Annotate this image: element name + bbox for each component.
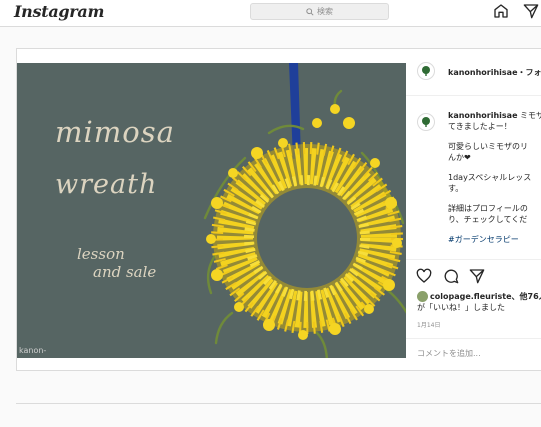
direct-message-icon[interactable] <box>523 3 539 19</box>
liker-avatar[interactable] <box>417 291 428 302</box>
caption-username[interactable]: kanonhorihisae <box>448 111 518 120</box>
chalk-text-mimosa: mimosa <box>55 115 175 149</box>
post-caption: kanonhorihisae ミモザ てきましたよー！ 可愛らしいミモザのリ ん… <box>448 110 541 254</box>
search-placeholder: 検索 <box>317 7 333 16</box>
caption-avatar[interactable] <box>417 113 435 131</box>
caption-text-6: す。 <box>448 184 464 193</box>
tree-logo-icon <box>422 117 430 127</box>
caption-text-2: てきましたよー！ <box>448 122 512 131</box>
post-actions: colopage.fleuriste、他76人 が「いいね！」しました 1月14… <box>406 259 541 372</box>
post-header: kanonhorihisae・フォロー <box>406 49 541 96</box>
post-photo[interactable]: mimosa wreath lesson and sale kanon- <box>17 63 406 358</box>
caption-text-4: んか❤ <box>448 153 471 162</box>
avatar[interactable] <box>417 62 435 80</box>
likes-summary: colopage.fleuriste、他76人 が「いいね！」しました <box>417 291 541 313</box>
post-sidebar: kanonhorihisae・フォロー kanonhorihisae ミモザ て… <box>406 49 541 372</box>
top-nav-bar: Instagram 検索 <box>0 0 541 27</box>
comment-icon[interactable] <box>443 268 459 284</box>
caption-text-7: 詳細はプロフィールの <box>448 204 528 213</box>
tree-logo-icon <box>422 66 430 76</box>
search-icon <box>306 7 314 16</box>
liker-username[interactable]: colopage.fleuriste <box>430 292 512 301</box>
likes-count[interactable]: 、他76人 <box>512 292 541 301</box>
instagram-logo[interactable]: Instagram <box>14 2 104 21</box>
caption-text-3: 可愛らしいミモザのリ <box>448 142 528 151</box>
add-comment-input[interactable]: コメントを追加... <box>406 338 541 373</box>
photo-credit: kanon- <box>19 346 47 355</box>
heart-icon[interactable] <box>416 268 432 284</box>
caption-text-5: 1dayスペシャルレッス <box>448 173 532 182</box>
share-icon[interactable] <box>469 268 485 284</box>
chalk-text-and-sale: and sale <box>93 263 157 281</box>
caption-text-1: ミモザ <box>520 111 541 120</box>
search-input[interactable]: 検索 <box>250 3 389 20</box>
post-card: mimosa wreath lesson and sale kanon- kan… <box>16 48 541 371</box>
chalk-text-lesson: lesson <box>77 245 125 263</box>
post-author-username[interactable]: kanonhorihisae・フォロー <box>448 67 541 78</box>
home-icon[interactable] <box>493 3 509 19</box>
caption-text-8: り、チェックしてくだ <box>448 215 528 224</box>
post-date[interactable]: 1月14日 <box>417 320 440 329</box>
divider <box>16 403 541 404</box>
caption-hashtag[interactable]: #ガーデンセラピー <box>448 235 519 244</box>
likes-text: が「いいね！」しました <box>417 303 505 312</box>
wreath-illustration <box>203 63 406 358</box>
chalk-text-wreath: wreath <box>55 169 158 200</box>
